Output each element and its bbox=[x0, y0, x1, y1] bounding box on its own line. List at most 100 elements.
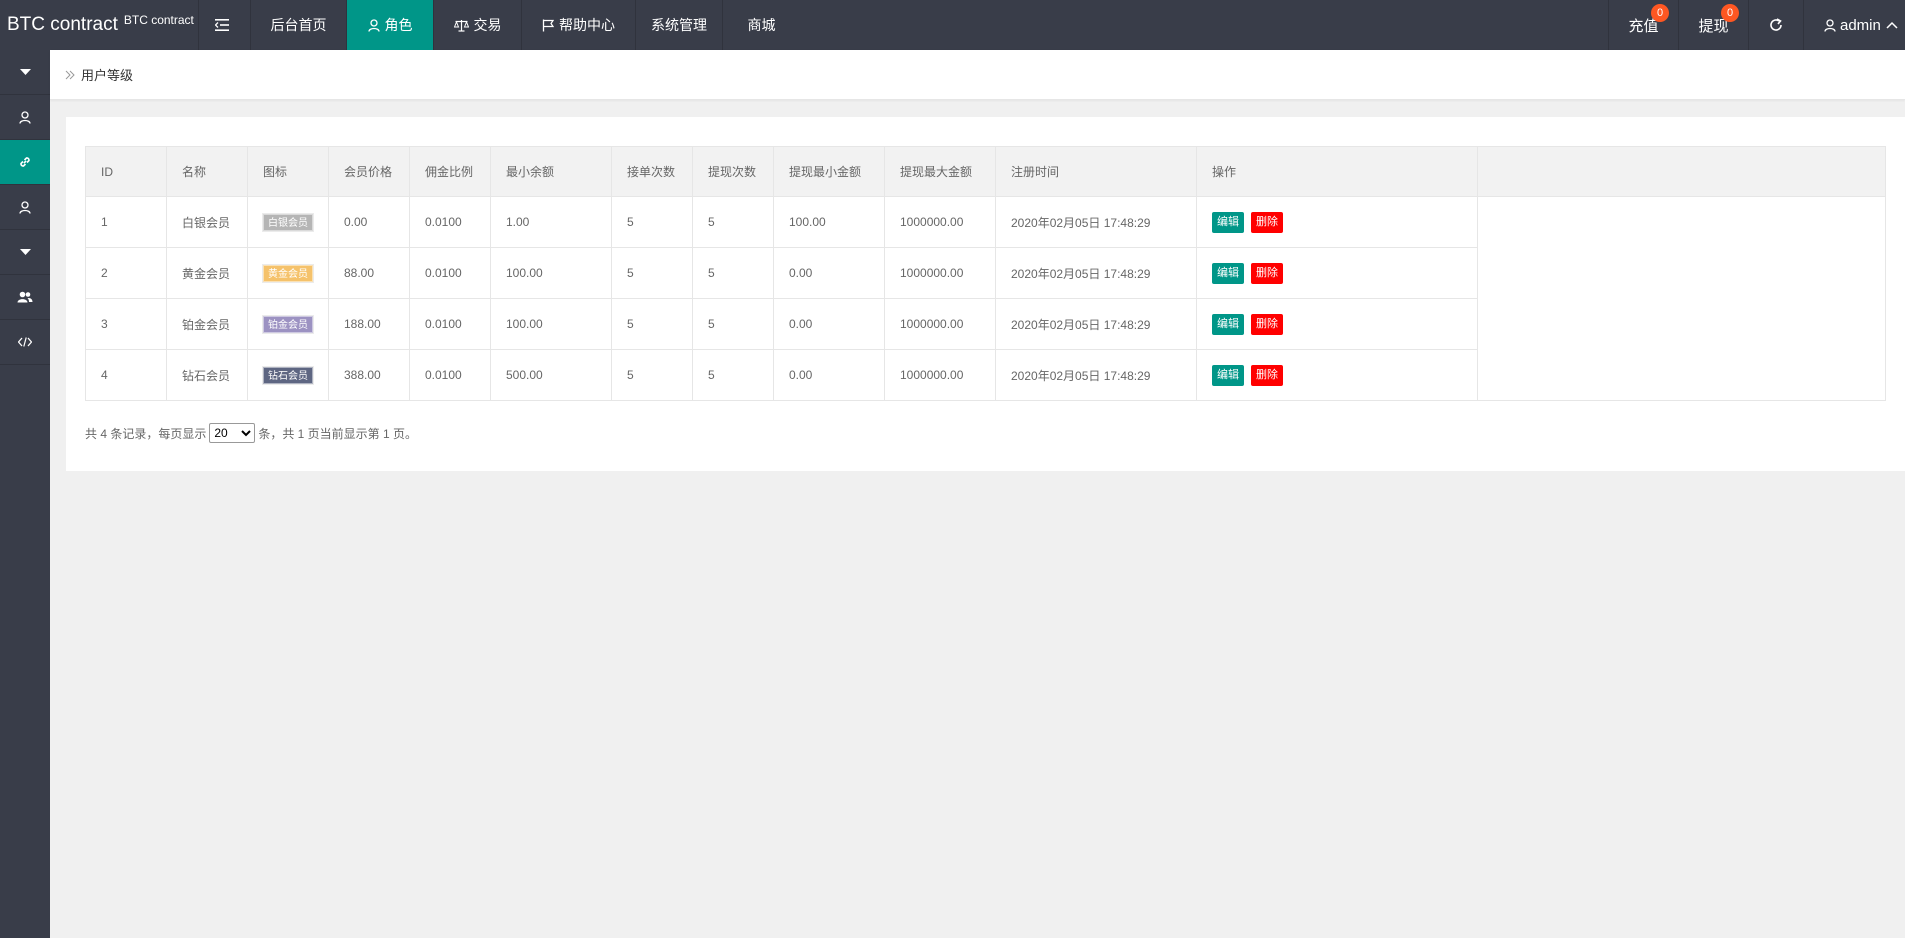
nav-trade[interactable]: 交易 bbox=[433, 0, 521, 50]
cell-ratio: 0.0100 bbox=[409, 247, 491, 299]
nav-system-label: 系统管理 bbox=[651, 17, 707, 33]
sidebar-item-collapse-1[interactable] bbox=[0, 50, 50, 95]
menu-toggle-button[interactable] bbox=[198, 0, 250, 50]
nav-mall-label: 商城 bbox=[747, 17, 776, 33]
cell-withdraw-min: 0.00 bbox=[773, 349, 885, 401]
brand-title: BTC contract bbox=[7, 14, 118, 35]
caret-down-icon bbox=[19, 69, 31, 75]
delete-button[interactable]: 删除 bbox=[1251, 313, 1283, 335]
col-header-price: 会员价格 bbox=[328, 146, 410, 197]
breadcrumb: 用户等级 bbox=[50, 50, 1905, 100]
edit-button[interactable]: 编辑 bbox=[1212, 313, 1244, 335]
brand: BTC contract BTC contract bbox=[0, 0, 198, 50]
table-row: 1 白银会员 白银会员 0.00 0.0100 1.00 5 5 100.00 … bbox=[85, 196, 1886, 248]
delete-button[interactable]: 删除 bbox=[1251, 211, 1283, 233]
refresh-icon bbox=[1770, 18, 1782, 31]
cell-ratio: 0.0100 bbox=[409, 196, 491, 248]
cell-time: 2020年02月05日 17:48:29 bbox=[995, 247, 1197, 299]
page-size-select[interactable]: 10 20 30 50 bbox=[209, 423, 256, 443]
sidebar-item-users[interactable] bbox=[0, 275, 50, 320]
cell-actions: 编辑 删除 bbox=[1196, 298, 1478, 350]
nav-system[interactable]: 系统管理 bbox=[635, 0, 722, 50]
col-header-time: 注册时间 bbox=[995, 146, 1197, 197]
user-menu[interactable]: admin bbox=[1803, 0, 1905, 50]
cell-min-balance: 100.00 bbox=[490, 247, 612, 299]
link-icon bbox=[20, 157, 30, 167]
delete-button[interactable]: 删除 bbox=[1251, 364, 1283, 386]
breadcrumb-current: 用户等级 bbox=[81, 68, 134, 83]
level-tag: 白银会员 bbox=[262, 212, 314, 232]
sidebar-item-link[interactable] bbox=[0, 140, 50, 185]
delete-button[interactable]: 删除 bbox=[1251, 262, 1283, 284]
col-header-id: ID bbox=[85, 146, 167, 197]
cell-time: 2020年02月05日 17:48:29 bbox=[995, 196, 1197, 248]
sidebar-item-collapse-2[interactable] bbox=[0, 230, 50, 275]
cell-actions: 编辑 删除 bbox=[1196, 349, 1478, 401]
cell-time: 2020年02月05日 17:48:29 bbox=[995, 349, 1197, 401]
nav-help-label: 帮助中心 bbox=[559, 17, 615, 33]
nav-mall[interactable]: 商城 bbox=[722, 0, 800, 50]
table-row: 2 黄金会员 黄金会员 88.00 0.0100 100.00 5 5 0.00… bbox=[85, 247, 1886, 299]
level-tag: 黄金会员 bbox=[262, 263, 314, 283]
cell-name: 白银会员 bbox=[166, 196, 248, 248]
code-icon bbox=[18, 337, 32, 347]
nav-help[interactable]: 帮助中心 bbox=[521, 0, 635, 50]
user-icon bbox=[19, 200, 31, 214]
cell-icon: 白银会员 bbox=[247, 196, 329, 248]
cell-price: 388.00 bbox=[328, 349, 410, 401]
flag-icon bbox=[542, 19, 554, 31]
cell-withdraw-min: 0.00 bbox=[773, 247, 885, 299]
nav-home[interactable]: 后台首页 bbox=[250, 0, 346, 50]
cell-min-balance: 500.00 bbox=[490, 349, 612, 401]
cell-min-balance: 1.00 bbox=[490, 196, 612, 248]
cell-time: 2020年02月05日 17:48:29 bbox=[995, 298, 1197, 350]
col-header-min-balance: 最小余额 bbox=[490, 146, 612, 197]
cell-orders: 5 bbox=[611, 349, 693, 401]
cell-price: 0.00 bbox=[328, 196, 410, 248]
cell-withdraw-max: 1000000.00 bbox=[884, 349, 996, 401]
main-nav: 后台首页 角色 交易 帮助中心 系统管理 商城 bbox=[198, 0, 800, 50]
cell-id: 1 bbox=[85, 196, 167, 248]
cell-icon: 钻石会员 bbox=[247, 349, 329, 401]
cell-withdraw-times: 5 bbox=[692, 349, 774, 401]
double-chevron-icon bbox=[65, 70, 75, 79]
level-table: ID 名称 图标 会员价格 佣金比例 最小余额 接单次数 提现次数 提现最小金额… bbox=[85, 146, 1886, 401]
cell-min-balance: 100.00 bbox=[490, 298, 612, 350]
user-name: admin bbox=[1840, 16, 1881, 34]
cell-withdraw-min: 0.00 bbox=[773, 298, 885, 350]
col-header-filler bbox=[1477, 146, 1886, 197]
sidebar-item-user[interactable] bbox=[0, 95, 50, 140]
table-header-row: ID 名称 图标 会员价格 佣金比例 最小余额 接单次数 提现次数 提现最小金额… bbox=[85, 146, 1886, 197]
sidebar bbox=[0, 50, 50, 938]
nav-role[interactable]: 角色 bbox=[346, 0, 433, 50]
nav-trade-label: 交易 bbox=[473, 17, 502, 33]
edit-button[interactable]: 编辑 bbox=[1212, 364, 1244, 386]
top-header: BTC contract BTC contract 后台首页 角色 交易 帮助中… bbox=[0, 0, 1905, 50]
level-tag: 铂金会员 bbox=[262, 314, 314, 334]
caret-down-icon bbox=[19, 249, 31, 255]
cell-name: 铂金会员 bbox=[166, 298, 248, 350]
nav-home-label: 后台首页 bbox=[270, 17, 327, 33]
edit-button[interactable]: 编辑 bbox=[1212, 262, 1244, 284]
recharge-button[interactable]: 充值 0 bbox=[1608, 0, 1678, 50]
cell-name: 钻石会员 bbox=[166, 349, 248, 401]
sidebar-item-user-2[interactable] bbox=[0, 185, 50, 230]
cell-withdraw-min: 100.00 bbox=[773, 196, 885, 248]
refresh-button[interactable] bbox=[1748, 0, 1803, 50]
cell-ratio: 0.0100 bbox=[409, 349, 491, 401]
users-icon bbox=[17, 291, 33, 303]
cell-actions: 编辑 删除 bbox=[1196, 247, 1478, 299]
cell-name: 黄金会员 bbox=[166, 247, 248, 299]
cell-ratio: 0.0100 bbox=[409, 298, 491, 350]
cell-actions: 编辑 删除 bbox=[1196, 196, 1478, 248]
col-header-icon: 图标 bbox=[247, 146, 329, 197]
cell-icon: 黄金会员 bbox=[247, 247, 329, 299]
withdraw-button[interactable]: 提现 0 bbox=[1678, 0, 1748, 50]
edit-button[interactable]: 编辑 bbox=[1212, 211, 1244, 233]
col-header-name: 名称 bbox=[166, 146, 248, 197]
user-icon bbox=[1824, 18, 1836, 32]
sidebar-item-code[interactable] bbox=[0, 320, 50, 365]
pager-prefix: 共 4 条记录，每页显示 bbox=[85, 426, 207, 441]
col-header-withdraw-times: 提现次数 bbox=[692, 146, 774, 197]
cell-withdraw-times: 5 bbox=[692, 247, 774, 299]
